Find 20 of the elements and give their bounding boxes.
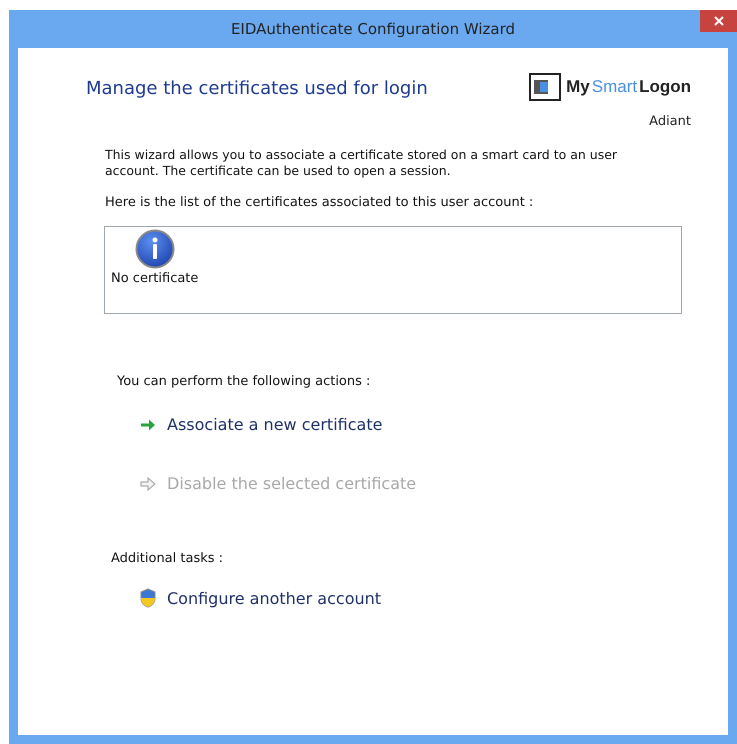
logo-text: My (566, 77, 590, 97)
certificate-list[interactable]: No certificate (104, 226, 682, 314)
logo-text: Logon (639, 77, 691, 97)
close-icon (714, 16, 724, 26)
info-icon (134, 229, 175, 269)
logo-caption: Adiant (649, 114, 691, 129)
tasks-label: Additional tasks : (111, 551, 224, 566)
page-heading: Manage the certificates used for login (86, 78, 428, 101)
task-link[interactable]: Configure another account (139, 588, 382, 608)
arrow-icon (139, 476, 157, 492)
arrow-icon (139, 416, 157, 432)
logo-text: Smart (592, 77, 638, 97)
certificate-item[interactable]: No certificate (111, 271, 198, 286)
window-title: EIDAuthenticate Configuration Wizard (230, 20, 516, 38)
intro-text: This wizard allows you to associate a certificate stored on a smart card to an user account. The certificate can be used to open a session. (105, 147, 618, 179)
action-link[interactable]: Associate a new certificate (139, 415, 382, 434)
shield-icon (139, 588, 157, 608)
actions-label: You can perform the following actions : (117, 374, 372, 389)
list-label: Here is the list of the certificates associated to this user account : (105, 195, 534, 210)
close-button[interactable] (700, 10, 737, 32)
